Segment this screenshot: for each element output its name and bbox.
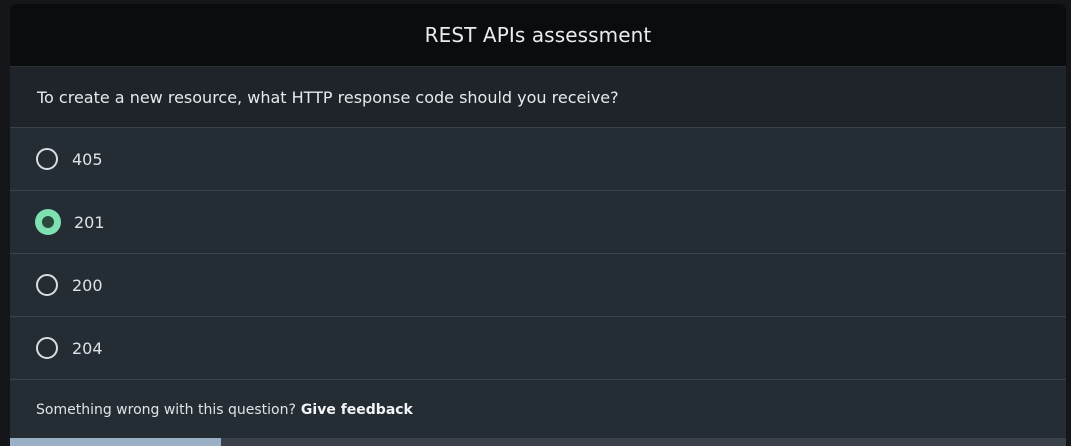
give-feedback-link[interactable]: Give feedback <box>301 402 413 418</box>
answer-option-201[interactable]: 201 <box>10 191 1066 254</box>
assessment-card: REST APIs assessment To create a new res… <box>10 4 1066 446</box>
assessment-header: REST APIs assessment <box>10 4 1066 67</box>
answer-options: 405 201 200 204 <box>10 128 1066 380</box>
answer-option-405[interactable]: 405 <box>10 128 1066 191</box>
answer-label-405: 405 <box>72 149 103 169</box>
question-text: To create a new resource, what HTTP resp… <box>37 87 619 107</box>
feedback-row: Something wrong with this question? Give… <box>10 380 1066 440</box>
radio-button-204[interactable] <box>36 337 58 359</box>
answer-option-204[interactable]: 204 <box>10 317 1066 380</box>
answer-label-204: 204 <box>72 338 103 358</box>
progress-bar <box>10 438 1066 446</box>
radio-button-200[interactable] <box>36 274 58 296</box>
radio-button-405[interactable] <box>36 148 58 170</box>
progress-bar-fill <box>10 438 222 446</box>
answer-label-200: 200 <box>72 275 103 295</box>
assessment-title: REST APIs assessment <box>424 23 652 47</box>
answer-label-201: 201 <box>74 212 105 232</box>
radio-button-201-selected[interactable] <box>35 209 61 235</box>
question-row: To create a new resource, what HTTP resp… <box>10 67 1066 128</box>
feedback-prompt: Something wrong with this question? <box>36 402 296 418</box>
answer-option-200[interactable]: 200 <box>10 254 1066 317</box>
